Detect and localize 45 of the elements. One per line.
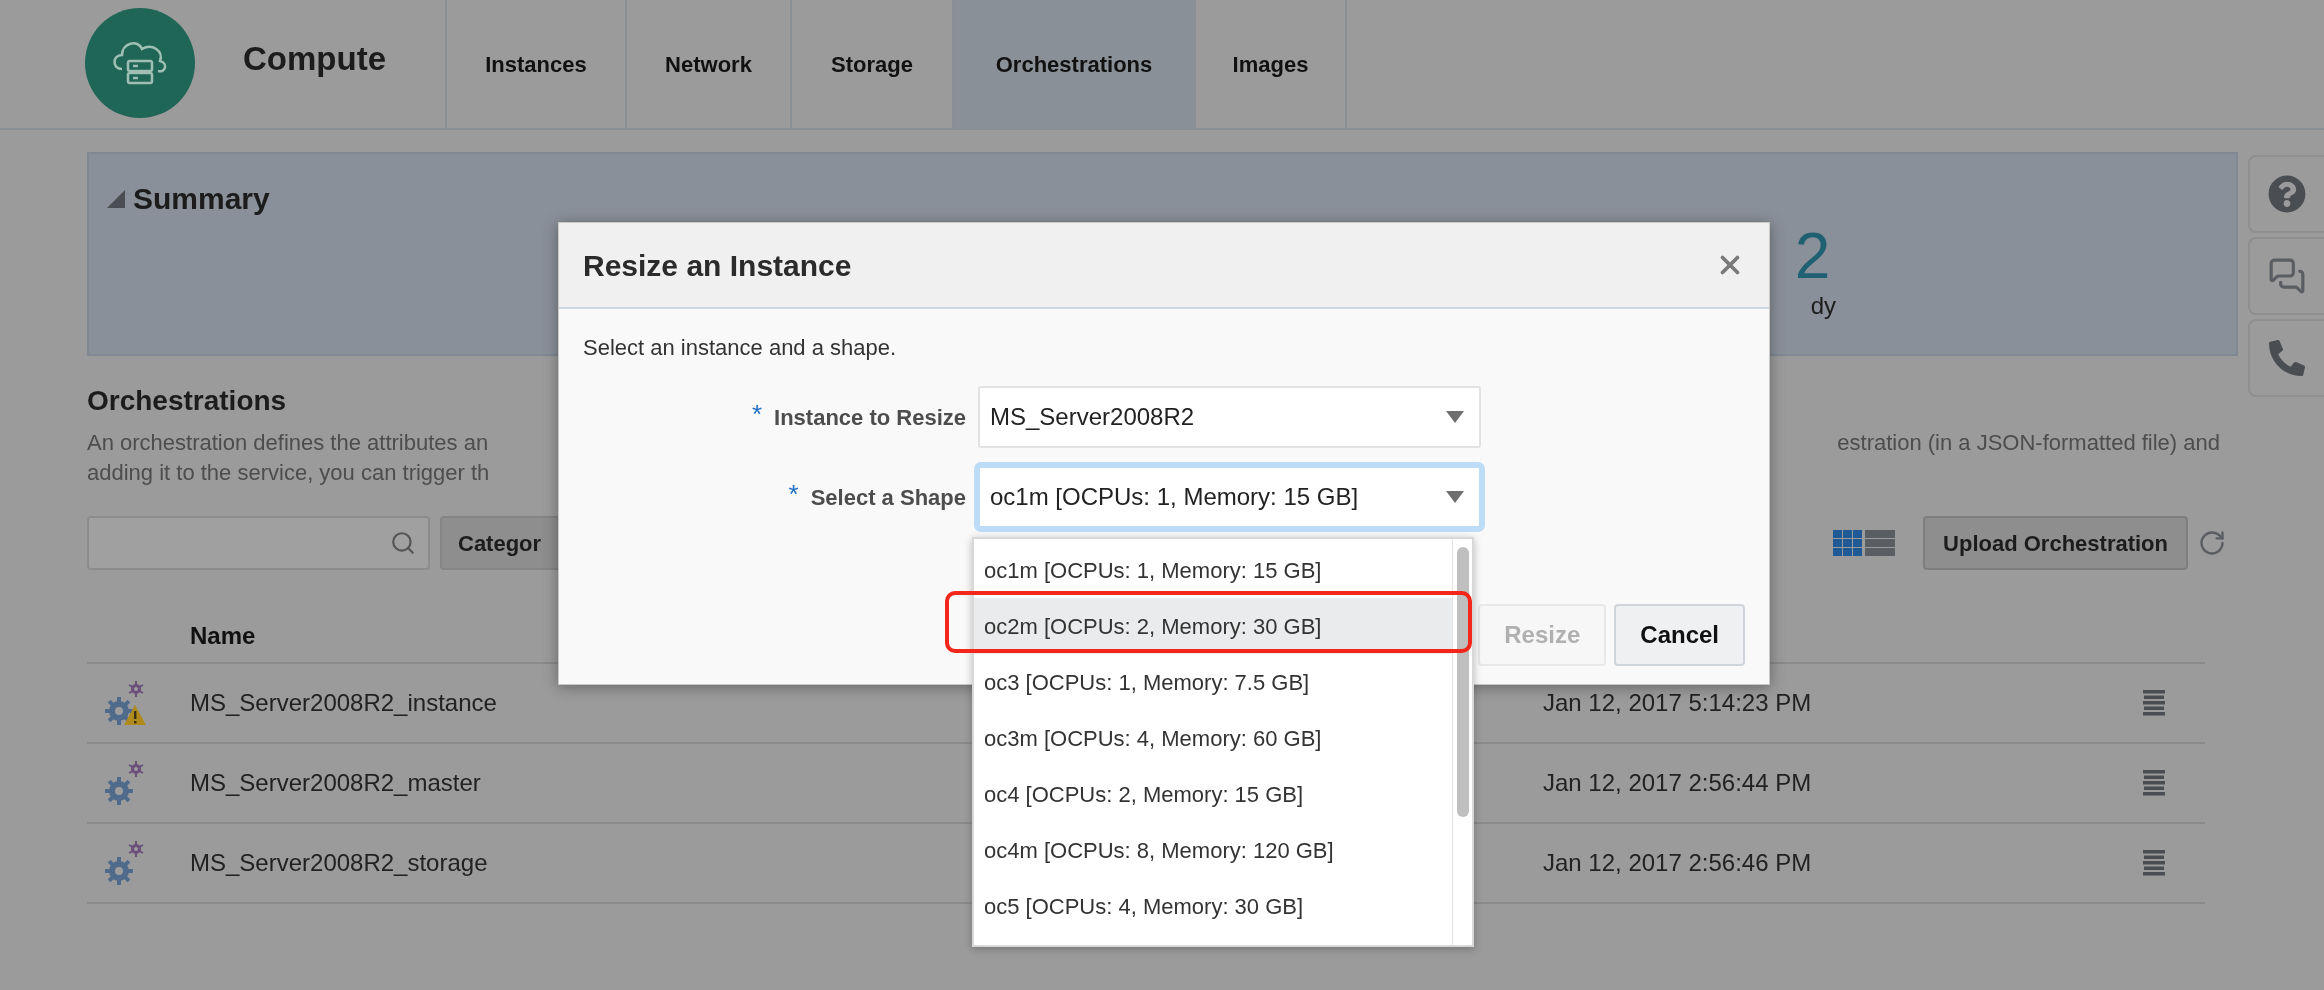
summary-count: 2: [1794, 224, 1832, 288]
cancel-button[interactable]: Cancel: [1614, 604, 1745, 666]
phone-button[interactable]: [2248, 319, 2324, 397]
required-asterisk: *: [751, 400, 763, 427]
summary-title: Summary: [133, 181, 270, 217]
chat-button[interactable]: [2248, 237, 2324, 315]
product-title: Compute: [243, 39, 387, 80]
section-title: Orchestrations: [87, 384, 287, 418]
refresh-icon[interactable]: [2198, 529, 2226, 557]
description-text: adding it to the service, you can trigger th: [87, 459, 491, 487]
help-icon: [2268, 175, 2306, 213]
row-menu-icon[interactable]: [2143, 850, 2165, 876]
date-cell-text: Jan 12, 2017 5:14:23 PM: [1543, 688, 1813, 718]
field-label: Select a Shape: [810, 483, 966, 512]
scrollbar[interactable]: [1452, 539, 1472, 945]
required-asterisk: *: [788, 480, 799, 507]
orchestration-name[interactable]: MS_Server2008R2_storage: [190, 849, 488, 876]
caret-icon: [1445, 490, 1465, 504]
description-text: An orchestration defines the attributes an: [87, 429, 489, 457]
search-icon: [390, 530, 416, 556]
orchestration-name[interactable]: MS_Server2008R2_instance: [190, 689, 497, 716]
select-field[interactable]: MS_Server2008R2: [978, 386, 1481, 448]
row-menu-icon[interactable]: [2143, 770, 2165, 796]
nav-tab[interactable]: Images: [1194, 0, 1347, 128]
field-label: Instance to Resize: [774, 403, 966, 432]
collapse-triangle-icon[interactable]: [107, 189, 125, 208]
shape-option[interactable]: oc2m [OCPUs: 2, Memory: 30 GB]: [974, 598, 1452, 654]
row-menu-icon[interactable]: [2143, 690, 2165, 716]
grid-view-icon[interactable]: [1833, 530, 1864, 556]
list-view-icon[interactable]: [1865, 530, 1896, 556]
dialog-title: Resize an Instance: [583, 247, 852, 284]
nav-tab[interactable]: Orchestrations: [952, 0, 1194, 128]
summary-label: dy: [1809, 291, 1836, 321]
upload-orchestration-button[interactable]: Upload Orchestration: [1923, 516, 2188, 570]
orchestration-name[interactable]: MS_Server2008R2_master: [190, 769, 481, 796]
search-field[interactable]: [87, 516, 430, 570]
description-text: estration (in a JSON-formatted file) and: [1837, 429, 2220, 457]
caret-icon: [1445, 410, 1465, 424]
dialog-instructions: Select an instance and a shape.: [583, 334, 898, 362]
phone-icon: [2269, 340, 2305, 376]
help-button[interactable]: [2248, 155, 2324, 233]
chat-bubbles-icon: [2268, 257, 2306, 295]
date-cell-text: Jan 12, 2017 2:56:46 PM: [1543, 848, 1813, 878]
date-cell-text: Jan 12, 2017 2:56:44 PM: [1543, 768, 1813, 798]
column-header[interactable]: Name: [190, 618, 256, 654]
